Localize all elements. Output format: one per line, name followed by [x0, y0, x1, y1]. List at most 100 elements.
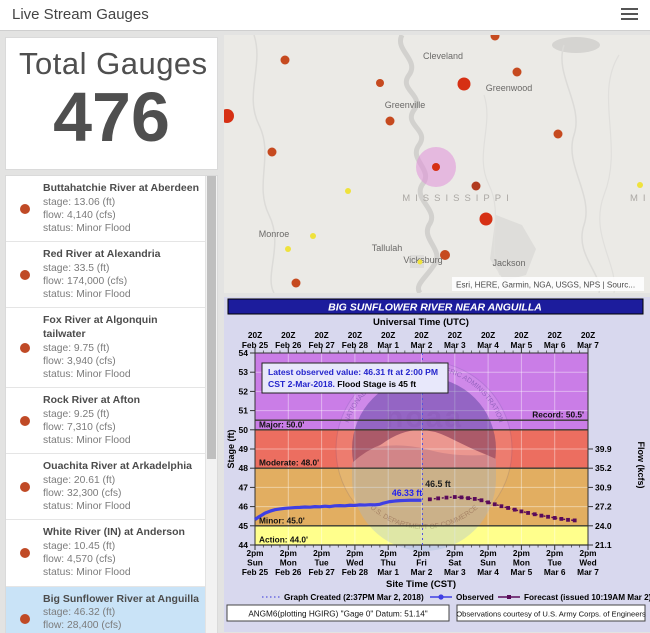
gauge-list-item[interactable]: Red River at Alexandriastage: 33.5 (ft)f…	[6, 242, 205, 308]
map[interactable]: MISSISSIPPIMISSISSClevelandGreenwoodGree…	[224, 35, 650, 293]
hamburger-menu-icon[interactable]	[621, 8, 638, 22]
gauge-list-item[interactable]: Buttahatchie River at Aberdeenstage: 13.…	[6, 176, 205, 242]
legend-created: Graph Created (2:37PM Mar 2, 2018)	[284, 593, 424, 602]
top-tick-z: 20Z	[348, 330, 362, 340]
gauge-status-dot-icon	[20, 343, 30, 353]
gauge-marker[interactable]	[418, 260, 423, 265]
bottom-tick-date: Mar 6	[544, 567, 566, 577]
stage-tick: 53	[239, 367, 249, 377]
gauge-stage: stage: 33.5 (ft)	[43, 262, 203, 275]
stage-tick: 47	[239, 482, 249, 492]
map-canvas[interactable]: MISSISSIPPIMISSISSClevelandGreenwoodGree…	[224, 35, 650, 293]
gauge-status-dot-icon	[20, 614, 30, 624]
gauge-marker[interactable]	[554, 130, 563, 139]
gauge-marker[interactable]	[637, 182, 643, 188]
observed-value-label: 46.33 ft	[392, 488, 422, 498]
stage-tick: 45	[239, 521, 249, 531]
annotation-line1: Latest observed value: 46.31 ft at 2:00 …	[268, 367, 438, 377]
stage-tick: 52	[239, 386, 249, 396]
city-label: Greenwood	[486, 83, 533, 93]
gauge-status-dot-icon	[20, 548, 30, 558]
gauge-marker[interactable]	[376, 79, 384, 87]
bottom-tick-time: 2pm	[513, 548, 530, 558]
gauge-status: status: Minor Flood	[43, 500, 203, 513]
flow-tick: 27.2	[595, 502, 612, 512]
bottom-axis-label: Site Time (CST)	[386, 579, 456, 590]
bottom-tick-time: 2pm	[246, 548, 263, 558]
flow-tick: 21.1	[595, 540, 612, 550]
top-tick-z: 20Z	[581, 330, 595, 340]
gauge-list-item[interactable]: Ouachita River at Arkadelphiastage: 20.6…	[6, 454, 205, 520]
hydrograph-chart: BIG SUNFLOWER RIVER NEAR ANGUILLAUnivers…	[224, 297, 650, 632]
selected-gauge-marker[interactable]	[432, 163, 440, 171]
top-tick-z: 20Z	[381, 330, 395, 340]
bottom-tick-time: 2pm	[346, 548, 363, 558]
gauge-list-item[interactable]: White River (IN) at Andersonstage: 10.45…	[6, 520, 205, 586]
gauge-marker[interactable]	[472, 182, 481, 191]
left-axis-label: Stage (ft)	[226, 430, 236, 469]
stage-tick: 49	[239, 444, 249, 454]
bottom-tick-day: Thu	[381, 558, 396, 568]
gauge-stage: stage: 9.75 (ft)	[43, 342, 203, 355]
gauge-marker[interactable]	[285, 246, 291, 252]
gauge-marker[interactable]	[345, 188, 351, 194]
gauge-flow: flow: 7,310 (cfs)	[43, 421, 203, 434]
bottom-tick-date: Feb 26	[275, 567, 302, 577]
gauge-marker[interactable]	[386, 117, 395, 126]
gauge-name: Ouachita River at Arkadelphia	[43, 460, 203, 474]
top-tick-z: 20Z	[414, 330, 428, 340]
bottom-tick-day: Wed	[579, 558, 596, 568]
gauge-list-item[interactable]: Big Sunflower River at Anguillastage: 46…	[6, 587, 205, 633]
bottom-tick-day: Mon	[280, 558, 297, 568]
gauge-status: status: Minor Flood	[43, 368, 203, 381]
gauge-flow: flow: 3,940 (cfs)	[43, 355, 203, 368]
gauge-stage: stage: 20.61 (ft)	[43, 474, 203, 487]
scrollbar-thumb[interactable]	[207, 176, 216, 459]
bottom-tick-time: 2pm	[480, 548, 497, 558]
hydrograph-panel: BIG SUNFLOWER RIVER NEAR ANGUILLAUnivers…	[224, 297, 650, 632]
bottom-tick-date: Mar 7	[577, 567, 599, 577]
flow-tick: 35.2	[595, 463, 612, 473]
total-gauges-label: Total Gauges	[19, 46, 217, 82]
total-gauges-value: 476	[6, 82, 217, 152]
bottom-tick-date: Feb 25	[242, 567, 269, 577]
gauge-marker[interactable]	[268, 148, 277, 157]
bottom-tick-date: Feb 27	[308, 567, 335, 577]
city-label: Greenville	[385, 100, 426, 110]
top-tick-z: 20Z	[548, 330, 562, 340]
gauge-list-item[interactable]: Fox River at Algonquin tailwaterstage: 9…	[6, 308, 205, 388]
list-scrollbar[interactable]	[205, 176, 217, 633]
gauge-marker[interactable]	[440, 250, 450, 260]
gauge-status-dot-icon	[20, 270, 30, 280]
bottom-tick-time: 2pm	[546, 548, 563, 558]
bottom-tick-time: 2pm	[446, 548, 463, 558]
app-header: Live Stream Gauges	[0, 0, 650, 31]
bottom-tick-day: Tue	[315, 558, 330, 568]
gauge-list-item[interactable]: Rock River at Aftonstage: 9.25 (ft)flow:…	[6, 388, 205, 454]
gauge-list: Buttahatchie River at Aberdeenstage: 13.…	[6, 176, 205, 633]
gauge-name: Big Sunflower River at Anguilla	[43, 593, 203, 607]
gauge-name: Rock River at Afton	[43, 394, 203, 408]
gauge-marker[interactable]	[513, 68, 522, 77]
top-tick-z: 20Z	[481, 330, 495, 340]
bottom-tick-day: Sat	[448, 558, 461, 568]
gauge-marker[interactable]	[458, 78, 471, 91]
gauge-status-dot-icon	[20, 204, 30, 214]
state-label: MISSISSIPPI	[402, 193, 514, 204]
gauge-marker[interactable]	[292, 279, 301, 288]
gauge-stage: stage: 10.45 (ft)	[43, 540, 203, 553]
threshold-label: Moderate: 48.0'	[259, 458, 319, 468]
gauge-marker[interactable]	[310, 233, 316, 239]
gauge-marker[interactable]	[480, 213, 493, 226]
bottom-tick-date: Mar 1	[377, 567, 399, 577]
bottom-tick-day: Mon	[513, 558, 530, 568]
bottom-tick-time: 2pm	[380, 548, 397, 558]
gauge-flow: flow: 4,140 (cfs)	[43, 209, 203, 222]
bottom-tick-date: Mar 2	[411, 567, 433, 577]
top-tick-z: 20Z	[281, 330, 295, 340]
stage-tick: 44	[239, 540, 249, 550]
gauge-list-panel: Buttahatchie River at Aberdeenstage: 13.…	[5, 175, 218, 633]
city-label: Monroe	[259, 229, 290, 239]
gauge-marker[interactable]	[281, 56, 290, 65]
gauge-stage: stage: 9.25 (ft)	[43, 408, 203, 421]
